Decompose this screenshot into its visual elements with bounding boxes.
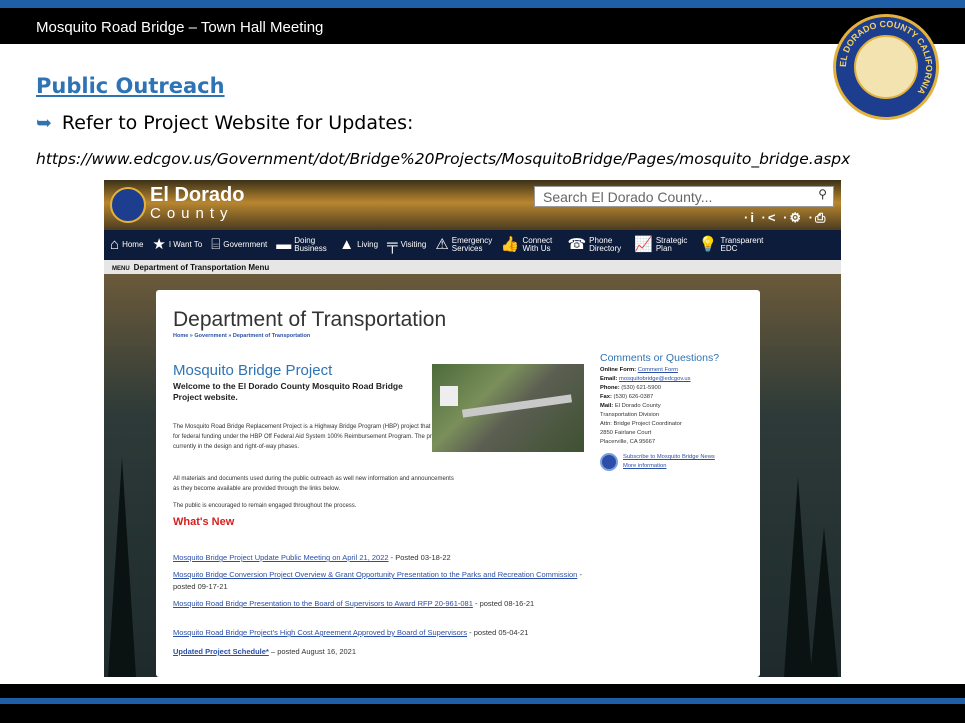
- home-icon: ⌂: [110, 236, 120, 253]
- chart-icon: 📈: [634, 236, 653, 253]
- county-logo-icon[interactable]: [110, 187, 146, 223]
- tree-silhouette: [108, 457, 136, 677]
- phone-icon: ☎: [567, 236, 587, 253]
- nav-connect[interactable]: 👍 Connect With Us: [501, 237, 559, 253]
- subscribe-link[interactable]: Subscribe to Mosquito Bridge News: [623, 453, 715, 462]
- bridge-deck: [461, 394, 573, 418]
- mail-line: 2850 Fairlane Court: [600, 430, 652, 436]
- site-name-county[interactable]: County: [150, 205, 234, 222]
- arrow-bullet-icon: ➥: [36, 112, 52, 134]
- project-description: The Mosquito Road Bridge Replacement Pro…: [173, 424, 457, 450]
- bullet-text: Refer to Project Website for Updates:: [61, 112, 414, 134]
- tree-silhouette: [810, 527, 838, 677]
- welcome-text: Welcome to the El Dorado County Mosquito…: [173, 381, 403, 402]
- nav-phone-directory[interactable]: ☎ Phone Directory: [567, 237, 625, 253]
- news-item: Mosquito Road Bridge Project's High Cost…: [173, 627, 593, 639]
- slide-header: Mosquito Road Bridge – Town Hall Meeting: [36, 19, 324, 36]
- signpost-icon: ╤: [387, 236, 398, 253]
- nav-i-want-to[interactable]: ★ I Want To: [152, 236, 202, 253]
- outreach-description: All materials and documents used during …: [173, 476, 454, 492]
- engage-text: The public is encouraged to remain engag…: [173, 503, 357, 509]
- whats-new-heading: What's New: [173, 516, 235, 528]
- accent-stripe: [0, 698, 965, 704]
- search-placeholder: Search El Dorado County...: [543, 189, 713, 205]
- bottom-bar: [0, 684, 965, 723]
- search-icon[interactable]: ⚲: [818, 187, 827, 201]
- contact-title: Comments or Questions?: [600, 352, 720, 364]
- nav-transparent-edc[interactable]: 💡 Transparent EDC: [699, 237, 765, 253]
- news-item: Mosquito Road Bridge Presentation to the…: [173, 598, 593, 610]
- nav-home[interactable]: ⌂ Home: [110, 236, 143, 253]
- government-icon: ⌸: [211, 236, 221, 253]
- news-date: - Posted 03-18-22: [388, 553, 451, 562]
- fax-line: Fax: (530) 626-0387: [600, 394, 654, 400]
- news-date: - posted 08-16-21: [472, 599, 535, 608]
- dept-menu-label[interactable]: Department of Transportation Menu: [134, 263, 270, 272]
- nav-visiting[interactable]: ╤ Visiting: [387, 236, 426, 253]
- dept-menu-bar[interactable]: MENU Department of Transportation Menu: [104, 260, 841, 274]
- star-icon: ★: [152, 236, 166, 253]
- site-search-input[interactable]: Search El Dorado County... ⚲: [534, 186, 834, 207]
- site-name[interactable]: El Dorado: [150, 184, 244, 207]
- phone-line: Phone: (530) 621-5900: [600, 385, 661, 391]
- news-date: – posted August 16, 2021: [268, 647, 357, 656]
- subscribe-icon[interactable]: [600, 453, 618, 471]
- breadcrumb[interactable]: Home » Government » Department of Transp…: [173, 333, 310, 339]
- bullet-item: ➥ Refer to Project Website for Updates:: [36, 112, 413, 134]
- thumbs-up-icon: 👍: [500, 236, 520, 253]
- news-item: Updated Project Schedule* – posted Augus…: [173, 646, 593, 658]
- bridge-photo: [432, 364, 584, 452]
- nav-emergency-services[interactable]: ⚠ Emergency Services: [435, 236, 492, 253]
- news-link[interactable]: Updated Project Schedule*: [173, 647, 269, 656]
- mail-line: Transportation Division: [600, 412, 660, 418]
- news-link[interactable]: Mosquito Bridge Conversion Project Overv…: [173, 570, 577, 579]
- county-seal-icon: EL DORADO COUNTY CALIFORNIA: [833, 14, 939, 120]
- contact-sidebar: Comments or Questions? Online Form: Comm…: [600, 352, 760, 471]
- website-screenshot: El Dorado County Search El Dorado County…: [104, 180, 841, 677]
- nav-strategic-plan[interactable]: 📈 Strategic Plan: [634, 237, 690, 253]
- project-url: https://www.edcgov.us/Government/dot/Bri…: [36, 150, 851, 168]
- seal-text: EL DORADO COUNTY CALIFORNIA: [838, 19, 934, 97]
- tree-silhouette: [784, 477, 812, 677]
- site-header: El Dorado County Search El Dorado County…: [104, 180, 841, 230]
- news-link[interactable]: Mosquito Road Bridge Project's High Cost…: [173, 628, 467, 637]
- news-item: Mosquito Bridge Project Update Public Me…: [173, 552, 593, 564]
- lightbulb-icon: 💡: [698, 236, 718, 253]
- mail-line: Attn: Bridge Project Coordinator: [600, 421, 682, 427]
- news-link[interactable]: Mosquito Bridge Project Update Public Me…: [173, 553, 389, 562]
- content-panel: Department of Transportation Home » Gove…: [156, 290, 760, 677]
- online-form-line: Online Form: Comment Form: [600, 367, 678, 373]
- nav-doing-business[interactable]: ▬ Doing Business: [276, 237, 330, 253]
- svg-text:EL DORADO COUNTY CALIFORNIA: EL DORADO COUNTY CALIFORNIA: [838, 19, 934, 97]
- nav-living[interactable]: ▲ Living: [339, 236, 378, 253]
- mail-line: Mail: El Dorado County: [600, 403, 661, 409]
- briefcase-icon: ▬: [276, 236, 292, 253]
- tree-icon: ▲: [339, 236, 355, 253]
- news-date: - posted 05-04-21: [467, 628, 529, 637]
- site-nav: ⌂ Home ★ I Want To ⌸ Government ▬ Doing Busi…: [104, 230, 841, 260]
- more-info-link[interactable]: More information: [623, 462, 715, 471]
- site-toolbar-icons[interactable]: ·i ·< ·⚙ ·⎙: [744, 210, 827, 226]
- project-title: Mosquito Bridge Project: [173, 362, 333, 379]
- comment-form-link[interactable]: Comment Form: [638, 367, 678, 373]
- warning-icon: ⚠: [435, 236, 449, 253]
- slide: Mosquito Road Bridge – Town Hall Meeting…: [0, 0, 965, 723]
- email-link[interactable]: mosquitobridge@edcgov.us: [619, 376, 691, 382]
- mail-line: Placerville, CA 95667: [600, 439, 656, 445]
- menu-icon[interactable]: MENU: [112, 266, 130, 272]
- nav-government[interactable]: ⌸ Government: [211, 236, 267, 253]
- road-sign: [440, 386, 458, 406]
- news-item: Mosquito Bridge Conversion Project Overv…: [173, 569, 593, 593]
- section-title: Public Outreach: [36, 74, 225, 98]
- subscribe-row: Subscribe to Mosquito Bridge News More i…: [600, 453, 760, 471]
- news-link[interactable]: Mosquito Road Bridge Presentation to the…: [173, 599, 473, 608]
- dept-title: Department of Transportation: [173, 308, 447, 331]
- email-line: Email: mosquitobridge@edcgov.us: [600, 376, 691, 382]
